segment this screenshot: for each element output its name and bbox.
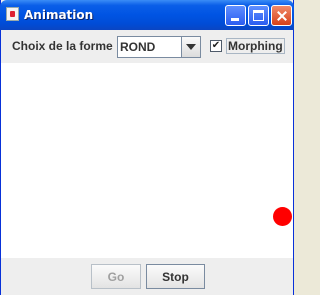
maximize-button[interactable]: [248, 5, 269, 26]
shape-combobox[interactable]: ROND: [117, 36, 201, 58]
title-bar[interactable]: Animation: [0, 0, 294, 30]
button-bar: Go Stop: [1, 258, 293, 295]
animation-canvas: [1, 63, 293, 258]
morphing-label[interactable]: Morphing: [226, 38, 285, 54]
stop-button[interactable]: Stop: [146, 264, 205, 289]
minimize-button[interactable]: [225, 5, 246, 26]
controls-toolbar: Choix de la forme ROND ✔ Morphing: [1, 30, 293, 63]
close-button[interactable]: [271, 5, 292, 26]
go-button[interactable]: Go: [91, 264, 141, 289]
java-icon: [6, 7, 19, 21]
chevron-down-icon[interactable]: [181, 37, 200, 57]
shape-combobox-value: ROND: [120, 40, 156, 54]
animated-circle: [273, 207, 292, 226]
shape-choice-label: Choix de la forme: [12, 39, 113, 53]
morphing-checkbox[interactable]: ✔: [210, 40, 222, 52]
app-window: Animation Choix de la forme ROND ✔ Morph…: [0, 0, 294, 295]
window-title: Animation: [24, 8, 94, 22]
